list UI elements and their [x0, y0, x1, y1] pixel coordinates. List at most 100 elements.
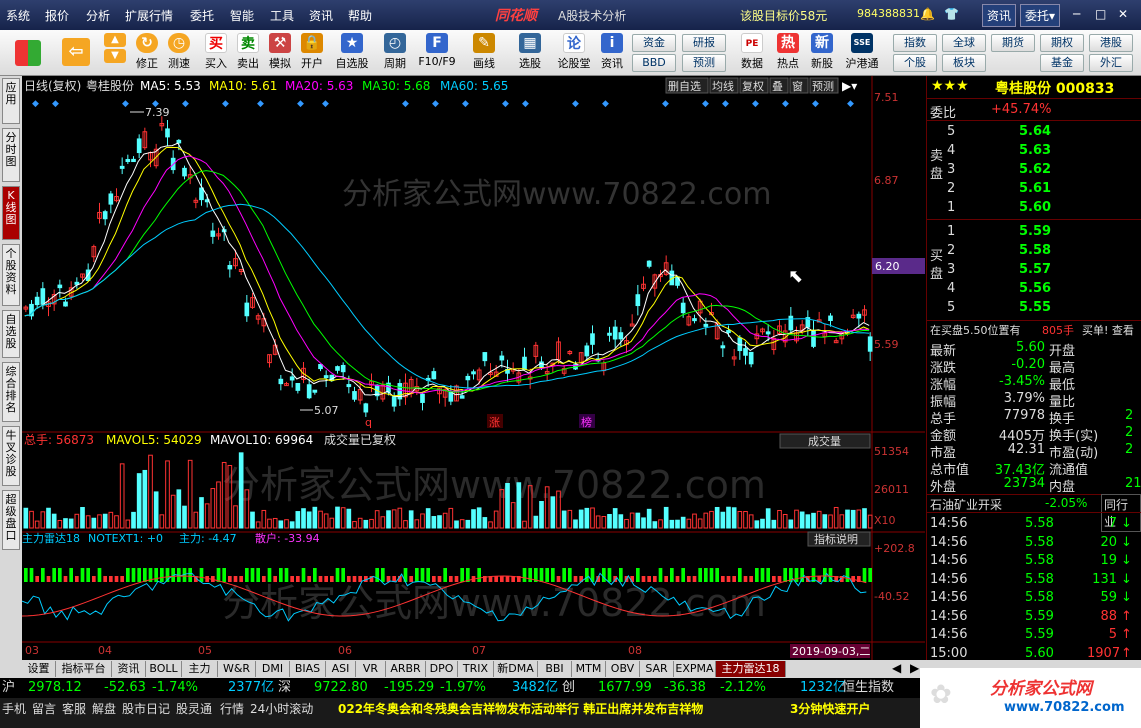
- menu-item-extended[interactable]: 扩展行情: [125, 7, 173, 24]
- buy-price[interactable]: 5.55: [1019, 300, 1051, 315]
- bottom-tab[interactable]: W&R: [218, 661, 256, 677]
- sell-price[interactable]: 5.64: [1019, 124, 1051, 139]
- period-button[interactable]: ◴ 周期: [378, 32, 412, 74]
- tab-diagnosis[interactable]: 牛叉诊股: [2, 426, 20, 486]
- bottom-tab[interactable]: ASI: [326, 661, 356, 677]
- watchlist-button[interactable]: ★ 自选股: [334, 32, 370, 74]
- bottom-tab[interactable]: MTM: [572, 661, 606, 677]
- menu-item-help[interactable]: 帮助: [348, 7, 372, 24]
- menu-item-tools[interactable]: 工具: [270, 7, 294, 24]
- index-button[interactable]: 指数: [893, 34, 937, 52]
- bottom-tab[interactable]: DPO: [426, 661, 458, 677]
- sector-button[interactable]: 板块: [942, 54, 986, 72]
- buy-tip-1[interactable]: 在买盘5.50位置有: [930, 322, 1021, 338]
- minimize-icon[interactable]: ─: [1073, 7, 1080, 21]
- buy-button[interactable]: 买买入: [200, 32, 232, 74]
- hk-stock-button[interactable]: 港股: [1089, 34, 1133, 52]
- target-price-notice[interactable]: 该股目标价58元: [740, 7, 827, 24]
- bottom-tab[interactable]: BIAS: [290, 661, 326, 677]
- single-stock-button[interactable]: 个股: [893, 54, 937, 72]
- sell-price[interactable]: 5.62: [1019, 162, 1051, 177]
- bottom-tab[interactable]: 指标平台: [56, 661, 112, 677]
- bottom-tab[interactable]: 设置: [22, 661, 56, 677]
- shirt-icon[interactable]: 👕: [944, 7, 959, 21]
- quick-open-link[interactable]: 3分钟快速开户: [790, 700, 870, 717]
- sell-button[interactable]: 卖卖出: [232, 32, 264, 74]
- tab-watchlist[interactable]: 自选股: [2, 310, 20, 358]
- status-item[interactable]: 股市日记: [122, 700, 170, 717]
- simulate-button[interactable]: ⚒ 模拟: [264, 32, 296, 74]
- open-account-button[interactable]: 🔒 开户: [296, 32, 328, 74]
- up-down-button[interactable]: ▲ ▼: [100, 32, 130, 74]
- buy-price[interactable]: 5.57: [1019, 262, 1051, 277]
- menu-item-system[interactable]: 系统: [6, 7, 30, 24]
- tab-apps[interactable]: 应用: [2, 78, 20, 124]
- status-item[interactable]: 行情: [220, 700, 244, 717]
- hs-label[interactable]: 恒生指数: [842, 678, 894, 698]
- chart-svg[interactable]: ◆ ◆ ◆ ◆ ◆ ◆ ◆ ◆ ◆ ◆ ◆ ◆ ◆ ◆ ◆ ◆ ◆ ◆ ◆ ◆ ◆ ◆ ◆ 日线(复权) 粤桂股份 MA5:…: [21, 76, 925, 660]
- data-button[interactable]: PE 数据: [736, 32, 768, 74]
- cy-label[interactable]: 创: [562, 678, 575, 698]
- news-ticker[interactable]: 022年冬奥会和冬残奥会吉祥物发布活动举行 韩正出席并发布吉祥物: [338, 700, 703, 717]
- back-button[interactable]: ⇦: [58, 32, 94, 74]
- menu-item-quote[interactable]: 报价: [45, 7, 69, 24]
- bottom-tab[interactable]: ARBR: [386, 661, 426, 677]
- f10-button[interactable]: F F10/F9: [418, 32, 456, 74]
- sz-label[interactable]: 深: [278, 678, 291, 698]
- hotspot-button[interactable]: 热热点: [772, 32, 804, 74]
- buy-price[interactable]: 5.59: [1019, 224, 1051, 239]
- status-item[interactable]: 手机: [2, 700, 26, 717]
- tab-orderbook[interactable]: 超级盘口: [2, 490, 20, 550]
- stock-select-button[interactable]: ▦ 选股: [512, 32, 548, 74]
- options-button[interactable]: 期权: [1040, 34, 1084, 52]
- menu-item-smart[interactable]: 智能: [230, 7, 254, 24]
- status-item[interactable]: 客服: [62, 700, 86, 717]
- bottom-tab[interactable]: 新DMA: [494, 661, 538, 677]
- chart-area[interactable]: ◆ ◆ ◆ ◆ ◆ ◆ ◆ ◆ ◆ ◆ ◆ ◆ ◆ ◆ ◆ ◆ ◆ ◆ ◆ ◆ ◆ ◆ ◆ 日线(复权) 粤桂股份 MA5:…: [21, 76, 925, 660]
- sell-price[interactable]: 5.60: [1019, 200, 1051, 215]
- status-item[interactable]: 股灵通: [176, 700, 212, 717]
- tab-kline[interactable]: K线图: [2, 186, 20, 240]
- bottom-tab[interactable]: EXPMA: [674, 661, 716, 677]
- sell-price[interactable]: 5.63: [1019, 143, 1051, 158]
- correct-button[interactable]: ↻ 修正: [131, 32, 163, 74]
- news-button[interactable]: 资讯: [982, 4, 1017, 27]
- bottom-tab[interactable]: BBI: [538, 661, 572, 677]
- forex-button[interactable]: 外汇: [1089, 54, 1133, 72]
- bottom-tab[interactable]: 主力雷达18: [716, 661, 786, 677]
- bottom-tab[interactable]: BOLL: [146, 661, 182, 677]
- bottom-tab[interactable]: 主力: [182, 661, 218, 677]
- buy-tip-3[interactable]: 买单! 查看: [1082, 322, 1134, 338]
- maximize-icon[interactable]: □: [1095, 7, 1106, 21]
- close-icon[interactable]: ✕: [1118, 7, 1128, 21]
- info-button[interactable]: i 资讯: [596, 32, 628, 74]
- menu-item-analysis[interactable]: 分析: [86, 7, 110, 24]
- bottom-tab[interactable]: TRIX: [458, 661, 494, 677]
- color-grid-button[interactable]: [8, 32, 48, 74]
- tab-profile[interactable]: 个股资料: [2, 244, 20, 306]
- order-dropdown[interactable]: 委托▾: [1020, 4, 1061, 27]
- bottom-tab[interactable]: 资讯: [112, 661, 146, 677]
- fund-button[interactable]: 基金: [1040, 54, 1084, 72]
- menu-item-order[interactable]: 委托: [190, 7, 214, 24]
- bottom-tab[interactable]: VR: [356, 661, 386, 677]
- new-stock-button[interactable]: 新新股: [806, 32, 838, 74]
- bbd-button[interactable]: BBD: [632, 54, 676, 72]
- status-item[interactable]: 解盘: [92, 700, 116, 717]
- forum-button[interactable]: 论论股堂: [556, 32, 592, 74]
- speedtest-button[interactable]: ◷ 测速: [163, 32, 195, 74]
- tab-scroll-right-icon[interactable]: ▶: [910, 661, 919, 675]
- forecast-button[interactable]: 预测: [682, 54, 726, 72]
- bottom-tab[interactable]: DMI: [256, 661, 290, 677]
- tab-scroll-left-icon[interactable]: ◀: [892, 661, 901, 675]
- status-item[interactable]: 留言: [32, 700, 56, 717]
- sector-name[interactable]: 石油矿业开采: [930, 496, 1002, 513]
- chart-menu-icon[interactable]: ▶▾: [842, 79, 857, 93]
- buy-price[interactable]: 5.58: [1019, 243, 1051, 258]
- sh-label[interactable]: 沪: [2, 678, 15, 698]
- tab-intraday[interactable]: 分时图: [2, 128, 20, 182]
- bell-icon[interactable]: 🔔: [920, 7, 935, 21]
- hk-connect-button[interactable]: SSE 沪港通: [842, 32, 882, 74]
- research-button[interactable]: 研报: [682, 34, 726, 52]
- global-button[interactable]: 全球: [942, 34, 986, 52]
